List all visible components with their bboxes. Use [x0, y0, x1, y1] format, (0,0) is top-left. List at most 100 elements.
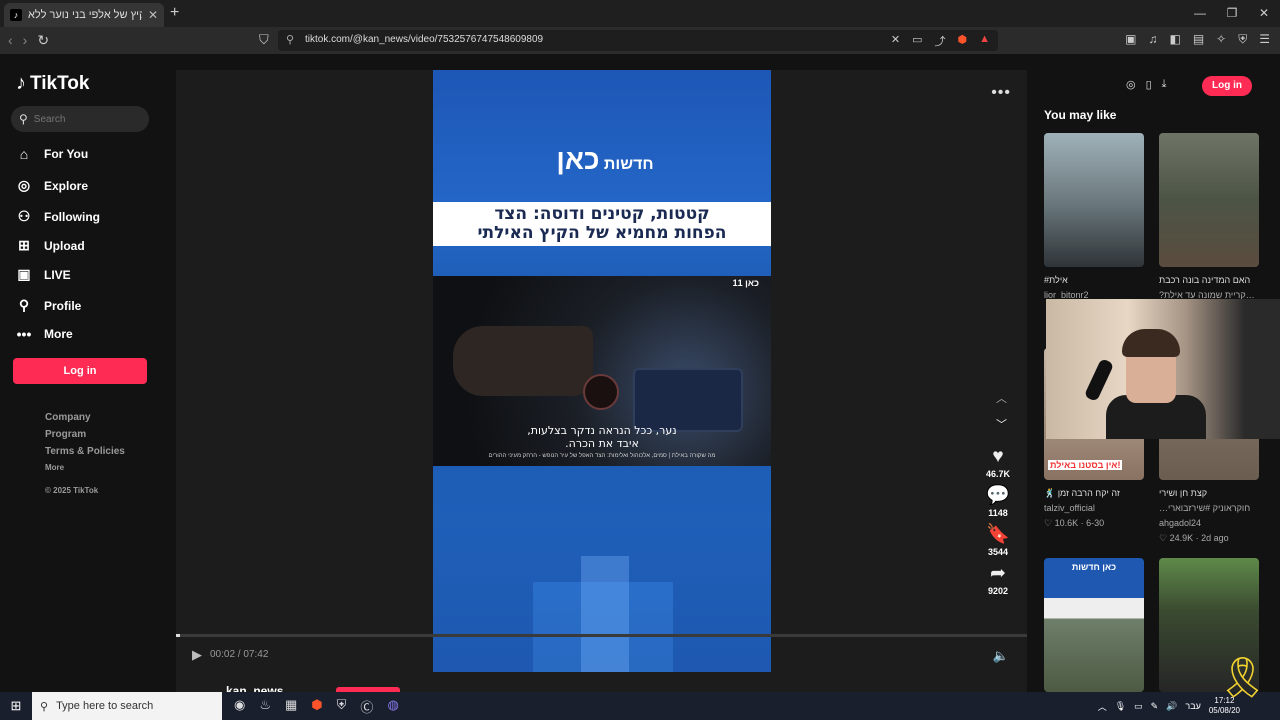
tray-chevron-icon[interactable]: ︿ [1098, 700, 1107, 713]
ccleaner-icon[interactable]: Ⓒ [360, 697, 373, 716]
network-icon[interactable]: ▭ [1134, 701, 1143, 712]
windows-taskbar: ⊞ ⚲ Type here to search ◉ ♨ ▦ ⬢ ⛨ Ⓒ ◍ ︿ … [0, 692, 1280, 720]
file-explorer-icon[interactable]: ▦ [285, 697, 297, 716]
shield-app-icon[interactable]: ⛨ [337, 697, 347, 716]
wallet-icon[interactable]: ▤ [1193, 32, 1204, 47]
kan-news-logo: חדשות כאן [433, 144, 771, 176]
no-translate-icon[interactable]: ✕ [891, 33, 900, 49]
language-indicator[interactable]: עבר [1185, 701, 1200, 711]
mic-tray-icon[interactable]: 🎙 [1115, 701, 1126, 712]
news-ticker: מה שקורה באילת | סמים, אלכוהול ואלימות: … [488, 453, 716, 459]
brave-shield-icon[interactable]: ⬢ [958, 33, 968, 49]
action-bar: ♥ 46.7K 💬 1148 🔖 3544 ➦ 9202 [983, 446, 1013, 602]
item-3-stats: ♡ 10.6K · 6-30 [1044, 518, 1105, 528]
download-icon[interactable]: ⤓ [1162, 78, 1167, 91]
search-box[interactable]: ⚲ [11, 106, 149, 132]
vpn-shield-icon[interactable]: ⛨ [1238, 32, 1247, 47]
item-4-text[interactable]: קצת חן ושירי …חוקראוניק #שירזבוארי ahgad… [1159, 486, 1269, 546]
pen-icon[interactable]: ✎ [1151, 701, 1159, 712]
steam-icon[interactable]: ♨ [259, 697, 271, 716]
taskbar-search[interactable]: ⚲ Type here to search [32, 692, 222, 720]
bookmark-icon[interactable]: ⛉ [259, 32, 269, 48]
volume-tray-icon[interactable]: 🔊 [1166, 701, 1177, 712]
cast-icon[interactable]: ▭ [912, 33, 922, 49]
restore-icon[interactable]: ❐ [1216, 0, 1248, 27]
headline-line-2: הפחות מחמיא של הקיץ האילתי [477, 223, 727, 243]
forward-icon[interactable]: › [23, 32, 28, 49]
thumbnail-2[interactable] [1159, 133, 1259, 267]
thumbnail-1[interactable] [1044, 133, 1144, 267]
footer-program-link[interactable]: Program [45, 429, 125, 440]
nav-label: Explore [44, 178, 89, 193]
nav-live[interactable]: ▣ LIVE [16, 266, 70, 283]
live-tv-icon: ▣ [17, 266, 31, 282]
nav-profile[interactable]: ⚲ Profile [16, 297, 81, 314]
menu-icon[interactable]: ☰ [1259, 32, 1270, 47]
item-4-title: קצת חן ושירי [1159, 488, 1208, 498]
play-icon[interactable]: ▶ [192, 647, 202, 663]
nav-for-you[interactable]: ⌂ For You [16, 146, 88, 162]
nav-upload[interactable]: ⊞ Upload [16, 237, 85, 254]
compass-icon[interactable]: ◎ [1126, 78, 1136, 91]
rewards-icon[interactable]: ▲ [979, 33, 990, 49]
music-icon[interactable]: ♫ [1148, 32, 1157, 47]
search-input[interactable] [33, 113, 134, 125]
site-info-icon[interactable]: ⚲ [286, 33, 294, 46]
video-headline: קטטות, קטינים ודוסה: הצד הפחות מחמיא של … [433, 202, 771, 246]
url-field[interactable]: ⚲ tiktok.com/@kan_news/video/75325767475… [278, 30, 998, 51]
nav-label: For You [44, 147, 89, 161]
window-controls: — ❐ ✕ [1184, 0, 1280, 27]
volume-icon[interactable]: 🔈 [993, 648, 1009, 664]
progress-bar[interactable] [176, 634, 1027, 637]
item-2-title: האם המדינה בונה רכבת [1159, 275, 1251, 285]
nav-explore[interactable]: ◎ Explore [16, 177, 88, 194]
webcam-overlay [1046, 299, 1280, 439]
tiktok-note-icon: ♪ [16, 72, 26, 94]
previous-video-icon[interactable]: ︿ [996, 390, 1007, 406]
screenshot-icon[interactable]: ▣ [1125, 32, 1136, 47]
leo-ai-icon[interactable]: ✧ [1216, 32, 1226, 47]
obs-icon[interactable]: ◉ [234, 697, 245, 716]
close-window-icon[interactable]: ✕ [1248, 0, 1280, 27]
save-action[interactable]: 🔖 3544 [986, 524, 1010, 557]
brave-icon[interactable]: ⬢ [311, 697, 322, 716]
device-icon[interactable]: ▯ [1146, 78, 1152, 91]
more-options-icon[interactable]: ••• [991, 84, 1011, 102]
reload-icon[interactable]: ↻ [37, 32, 49, 49]
login-button[interactable]: Log in [13, 358, 147, 384]
nav-following[interactable]: ⚇ Following [16, 208, 100, 225]
browser-tab[interactable]: ♪ אילת: קיץ של אלפי בני נוער ללא ✕ [4, 3, 164, 27]
video-nav: ︿ ﹀ [996, 390, 1007, 432]
footer-terms-link[interactable]: Terms & Policies [45, 446, 125, 457]
speedometer [583, 374, 619, 410]
windows-start-icon[interactable]: ⊞ [0, 698, 32, 714]
nav-label: Upload [44, 238, 85, 253]
nav-label: Profile [44, 298, 82, 313]
footer-more-link[interactable]: More [45, 463, 125, 472]
sidebar-toggle-icon[interactable]: ◧ [1169, 32, 1180, 47]
nav-more[interactable]: ••• More [16, 326, 73, 342]
video-frame[interactable]: חדשות כאן קטטות, קטינים ודוסה: הצד הפחות… [433, 70, 771, 672]
taskbar-search-placeholder: Type here to search [56, 700, 154, 712]
profile-icon: ⚲ [18, 297, 30, 313]
save-count: 3544 [987, 547, 1008, 557]
back-icon[interactable]: ‹ [8, 32, 13, 49]
footer-company-link[interactable]: Company [45, 412, 125, 423]
nav-label: More [44, 327, 73, 341]
share-action[interactable]: ➦ 9202 [988, 563, 1008, 596]
discord-icon[interactable]: ◍ [387, 697, 398, 716]
share-icon[interactable]: ⤴ [935, 33, 946, 49]
next-video-icon[interactable]: ﹀ [996, 416, 1007, 432]
light-beam [581, 556, 629, 672]
item-3-text[interactable]: 🕺 זה יקח הרבה זמן talziv_official ♡ 10.6… [1044, 486, 1154, 531]
minimize-icon[interactable]: — [1184, 0, 1216, 27]
right-login-button[interactable]: Log in [1202, 76, 1252, 96]
share-arrow-icon: ➦ [990, 563, 1006, 584]
thumbnail-5[interactable]: כאן חדשות [1044, 558, 1144, 692]
close-tab-icon[interactable]: ✕ [148, 8, 158, 22]
new-tab-icon[interactable]: + [170, 4, 179, 22]
url-text[interactable]: tiktok.com/@kan_news/video/7532576747548… [305, 34, 543, 45]
like-action[interactable]: ♥ 46.7K [986, 446, 1010, 479]
tiktok-logo[interactable]: ♪ TikTok [16, 72, 89, 95]
comment-action[interactable]: 💬 1148 [986, 485, 1010, 518]
